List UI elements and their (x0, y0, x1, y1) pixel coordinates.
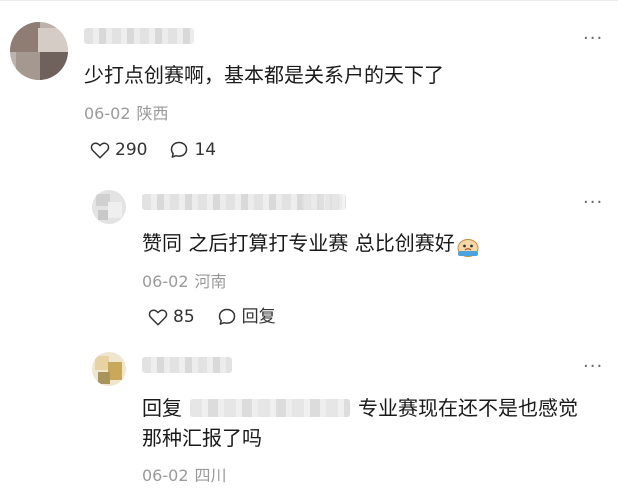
heart-outline-icon (90, 142, 110, 159)
reply-count-button[interactable]: 14 (169, 140, 216, 160)
comment-actions: 290 14 (90, 140, 238, 160)
username-tag-blurred (302, 194, 346, 210)
top-divider (0, 0, 618, 1)
comment-text-body: 赞同 之后打算打专业赛 总比创赛好 (142, 231, 455, 255)
comment-text: 赞同 之后打算打专业赛 总比创赛好 (142, 228, 479, 258)
username-blurred[interactable] (84, 28, 194, 44)
username-blurred[interactable] (142, 357, 232, 373)
comment-text-body: 专业赛现在还不是也感觉 (358, 396, 578, 420)
like-count: 290 (115, 140, 148, 160)
comment-location: 河南 (194, 272, 227, 291)
more-dots-icon[interactable]: ··· (583, 194, 603, 212)
comment-date: 06-02 (142, 272, 189, 291)
comment-location: 四川 (194, 466, 227, 485)
avatar[interactable] (10, 22, 68, 80)
reply-prefix: 回复 (142, 396, 182, 420)
comment-meta: 06-02 河南 (142, 272, 227, 292)
reply-button[interactable]: 回复 (217, 307, 276, 327)
comment-meta: 06-02 陕西 (84, 104, 169, 124)
like-button[interactable]: 85 (148, 307, 195, 327)
mentioned-user-blurred[interactable] (190, 398, 350, 417)
comment-actions: 85 回复 (148, 307, 298, 327)
more-dots-icon[interactable]: ··· (583, 30, 603, 48)
comment-text: 回复 专业赛现在还不是也感觉 (142, 393, 578, 423)
comment-text: 少打点创赛啊，基本都是关系户的天下了 (84, 63, 444, 87)
speech-bubble-icon (218, 308, 235, 325)
comment-meta: 06-02 四川 (142, 466, 227, 486)
avatar[interactable] (92, 190, 126, 224)
comment-date: 06-02 (142, 466, 189, 485)
cry-emoji-icon (457, 235, 479, 257)
reply-count: 14 (194, 140, 217, 160)
comment-text-line2: 那种汇报了吗 (142, 426, 262, 450)
like-button[interactable]: 290 (90, 140, 147, 160)
reply-label: 回复 (241, 307, 276, 327)
avatar[interactable] (92, 352, 126, 386)
comment-location: 陕西 (136, 104, 169, 123)
heart-outline-icon (148, 309, 168, 326)
speech-bubble-icon (171, 141, 188, 158)
more-dots-icon[interactable]: ··· (583, 358, 603, 376)
like-count: 85 (173, 307, 195, 327)
comment-date: 06-02 (84, 104, 131, 123)
